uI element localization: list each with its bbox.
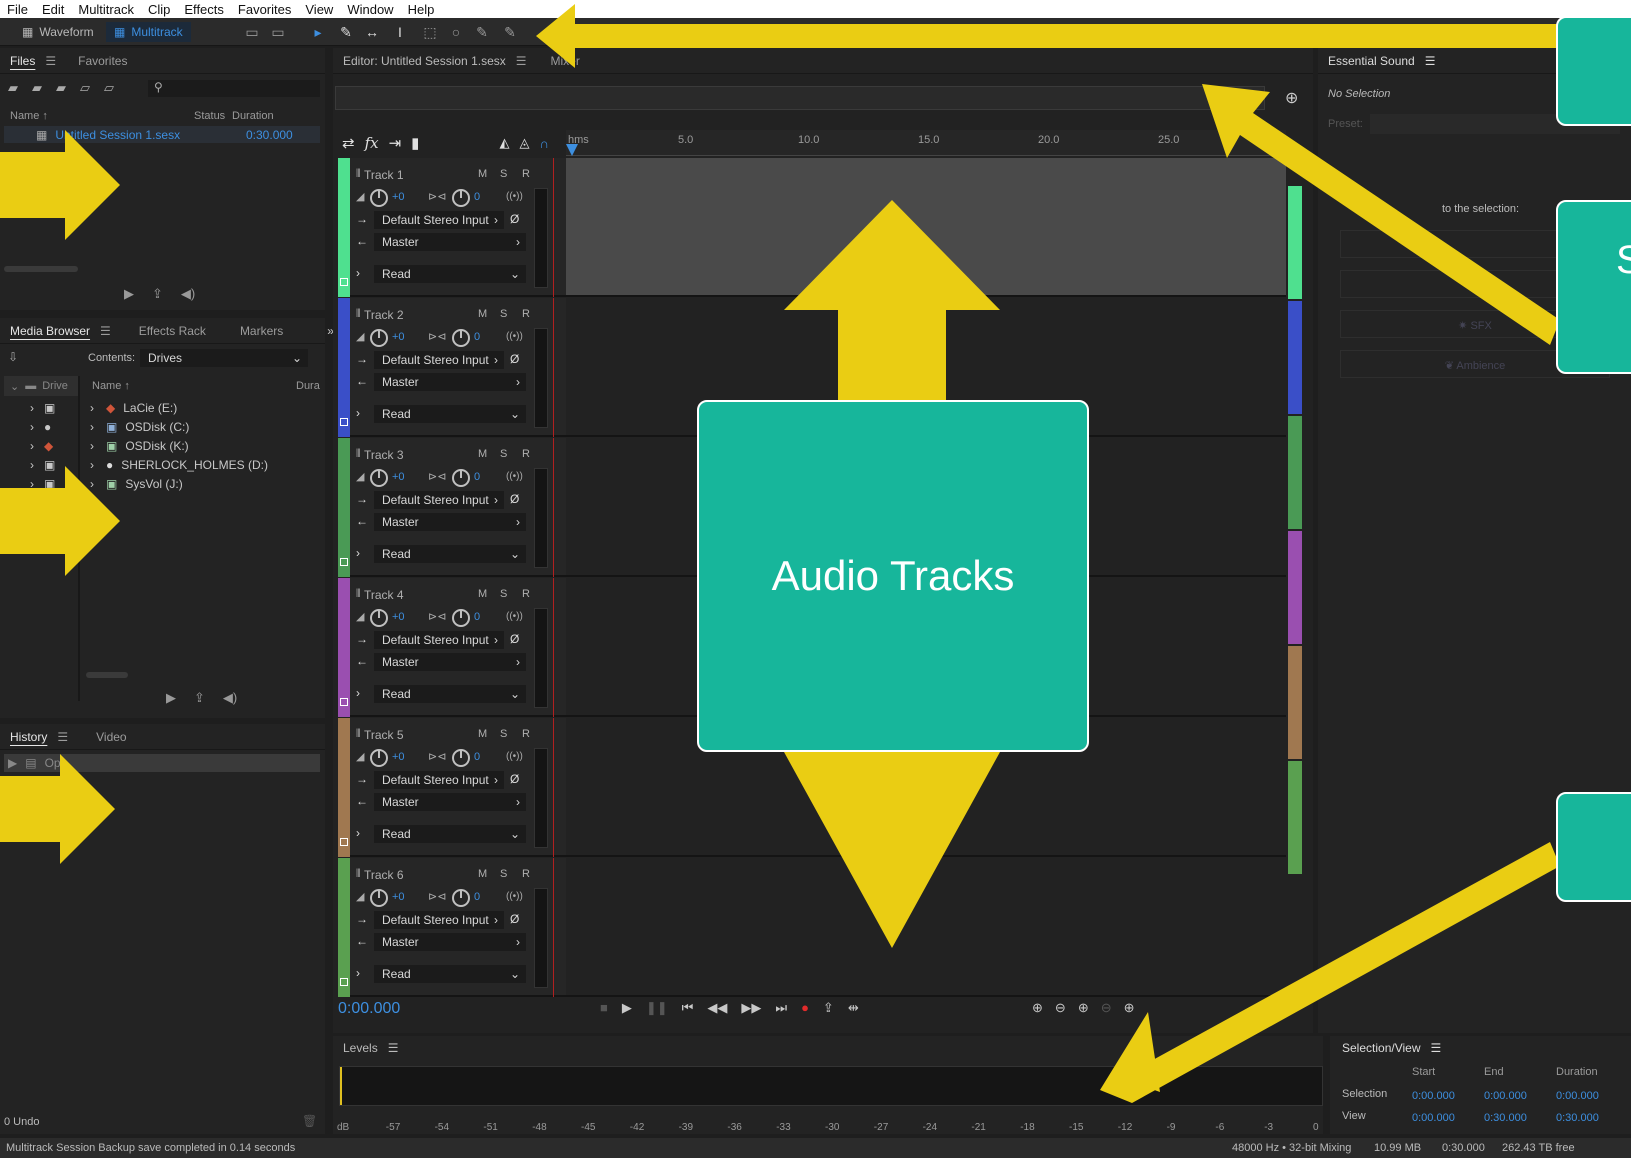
levels-callout <box>1556 792 1631 902</box>
history-arrow <box>0 754 115 864</box>
levels-arrow <box>1100 842 1560 1103</box>
toolbar-callout <box>1556 16 1631 126</box>
overview-arrow <box>1202 84 1560 345</box>
files-arrow <box>0 130 120 240</box>
audio-tracks-callout: Audio Tracks <box>697 400 1089 752</box>
media-browser-arrow <box>0 466 120 576</box>
toolbar-arrow <box>536 4 1560 68</box>
essential-sound-callout: S <box>1556 200 1631 374</box>
